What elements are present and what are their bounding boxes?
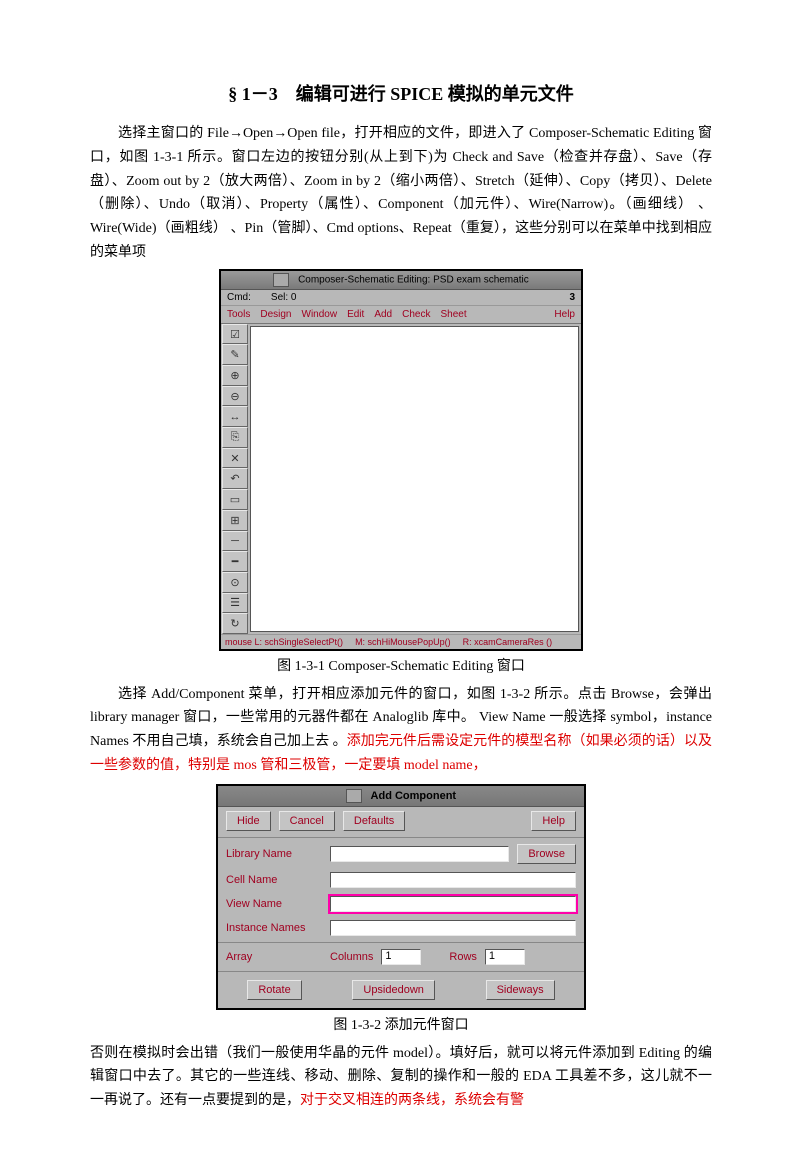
menu-help[interactable]: Help <box>554 309 575 320</box>
row-instance: Instance Names <box>218 916 584 940</box>
menu-design[interactable]: Design <box>260 309 291 320</box>
section-title: § 1－3 编辑可进行 SPICE 模拟的单元文件 <box>90 80 712 106</box>
status-mouse-m: M: schHiMousePopUp() <box>355 637 451 647</box>
pin-icon[interactable]: ⊙ <box>222 572 248 593</box>
sel-label: Sel: 0 <box>271 292 297 303</box>
menu-window[interactable]: Window <box>302 309 338 320</box>
undo-icon[interactable]: ↶ <box>222 468 248 489</box>
paragraph-2: 选择 Add/Component 菜单，打开相应添加元件的窗口，如图 1-3-2… <box>90 683 712 778</box>
menu-edit[interactable]: Edit <box>347 309 364 320</box>
figure-2-caption: 图 1-3-2 添加元件窗口 <box>90 1014 712 1038</box>
hide-button[interactable]: Hide <box>226 811 271 831</box>
array-label: Array <box>226 951 322 963</box>
property-icon[interactable]: ▭ <box>222 489 248 510</box>
defaults-button[interactable]: Defaults <box>343 811 405 831</box>
repeat-icon[interactable]: ↻ <box>222 613 248 634</box>
cmd-label: Cmd: <box>227 292 251 303</box>
menu-sheet[interactable]: Sheet <box>440 309 466 320</box>
dialog-titlebar: Add Component <box>218 786 584 807</box>
figure-1-caption: 图 1-3-1 Composer-Schematic Editing 窗口 <box>90 655 712 679</box>
instance-names-label: Instance Names <box>226 922 322 934</box>
wire-wide-icon[interactable]: ━ <box>222 551 248 572</box>
copy-icon[interactable]: ⎘ <box>222 427 248 448</box>
document-page: § 1－3 编辑可进行 SPICE 模拟的单元文件 选择主窗口的 File→Op… <box>0 0 802 1153</box>
row-view: View Name <box>218 892 584 916</box>
library-name-label: Library Name <box>226 848 322 860</box>
selection-count: 3 <box>569 292 575 303</box>
help-button[interactable]: Help <box>531 811 576 831</box>
component-icon[interactable]: ⊞ <box>222 510 248 531</box>
command-bar: Cmd: Sel: 0 3 <box>221 290 581 306</box>
rows-input[interactable]: 1 <box>485 949 525 965</box>
columns-input[interactable]: 1 <box>381 949 421 965</box>
status-bar: mouse L: schSingleSelectPt() M: schHiMou… <box>221 634 581 649</box>
separator-3 <box>218 971 584 972</box>
cell-name-input[interactable] <box>330 872 576 888</box>
cmd-options-icon[interactable]: ☰ <box>222 593 248 614</box>
menu-add[interactable]: Add <box>374 309 392 320</box>
instance-names-input[interactable] <box>330 920 576 936</box>
row-cell: Cell Name <box>218 868 584 892</box>
paragraph-3: 否则在模拟时会出错（我们一般使用华晶的元件 model）。填好后，就可以将元件添… <box>90 1042 712 1113</box>
rows-label: Rows <box>449 951 477 963</box>
paragraph-3-red: 对于交叉相连的两条线，系统会有警 <box>300 1093 524 1108</box>
menu-bar: Tools Design Window Edit Add Check Sheet… <box>221 306 581 324</box>
cell-name-label: Cell Name <box>226 874 322 886</box>
dialog-title: Add Component <box>371 790 457 802</box>
tool-column: ☑ ✎ ⊕ ⊖ ↔ ⎘ ✕ ↶ ▭ ⊞ ─ ━ ⊙ ☰ ↻ <box>221 324 248 634</box>
separator-2 <box>218 942 584 943</box>
menu-tools[interactable]: Tools <box>227 309 250 320</box>
cancel-button[interactable]: Cancel <box>279 811 335 831</box>
zoom-in-icon[interactable]: ⊖ <box>222 386 248 407</box>
library-name-input[interactable] <box>330 846 509 862</box>
separator <box>218 837 584 838</box>
save-icon[interactable]: ✎ <box>222 344 248 365</box>
sideways-button[interactable]: Sideways <box>486 980 555 1000</box>
columns-label: Columns <box>330 951 373 963</box>
window-icon <box>273 273 289 287</box>
zoom-out-icon[interactable]: ⊕ <box>222 365 248 386</box>
schematic-canvas[interactable] <box>250 326 579 632</box>
work-area: ☑ ✎ ⊕ ⊖ ↔ ⎘ ✕ ↶ ▭ ⊞ ─ ━ ⊙ ☰ ↻ <box>221 324 581 634</box>
wire-narrow-icon[interactable]: ─ <box>222 531 248 552</box>
paragraph-1: 选择主窗口的 File→Open→Open file，打开相应的文件，即进入了 … <box>90 122 712 265</box>
row-library: Library Name Browse <box>218 840 584 868</box>
figure-2-dialog: Add Component Hide Cancel Defaults Help … <box>216 784 586 1010</box>
figure-1-window: Composer-Schematic Editing: PSD exam sch… <box>219 269 583 651</box>
window-titlebar: Composer-Schematic Editing: PSD exam sch… <box>221 271 581 290</box>
view-name-label: View Name <box>226 898 322 910</box>
view-name-input[interactable] <box>330 896 576 912</box>
delete-icon[interactable]: ✕ <box>222 448 248 469</box>
browse-button[interactable]: Browse <box>517 844 576 864</box>
check-save-icon[interactable]: ☑ <box>222 324 248 345</box>
dialog-bottom-buttons: Rotate Upsidedown Sideways <box>218 974 584 1008</box>
rotate-button[interactable]: Rotate <box>247 980 301 1000</box>
status-mouse-l: mouse L: schSingleSelectPt() <box>225 637 343 647</box>
status-mouse-r: R: xcamCameraRes () <box>463 637 553 647</box>
stretch-icon[interactable]: ↔ <box>222 406 248 427</box>
upsidedown-button[interactable]: Upsidedown <box>352 980 435 1000</box>
dialog-icon <box>346 789 362 803</box>
menu-check[interactable]: Check <box>402 309 430 320</box>
row-array: Array Columns 1 Rows 1 <box>218 945 584 969</box>
dialog-top-buttons: Hide Cancel Defaults Help <box>218 807 584 835</box>
window-title: Composer-Schematic Editing: PSD exam sch… <box>298 274 529 285</box>
